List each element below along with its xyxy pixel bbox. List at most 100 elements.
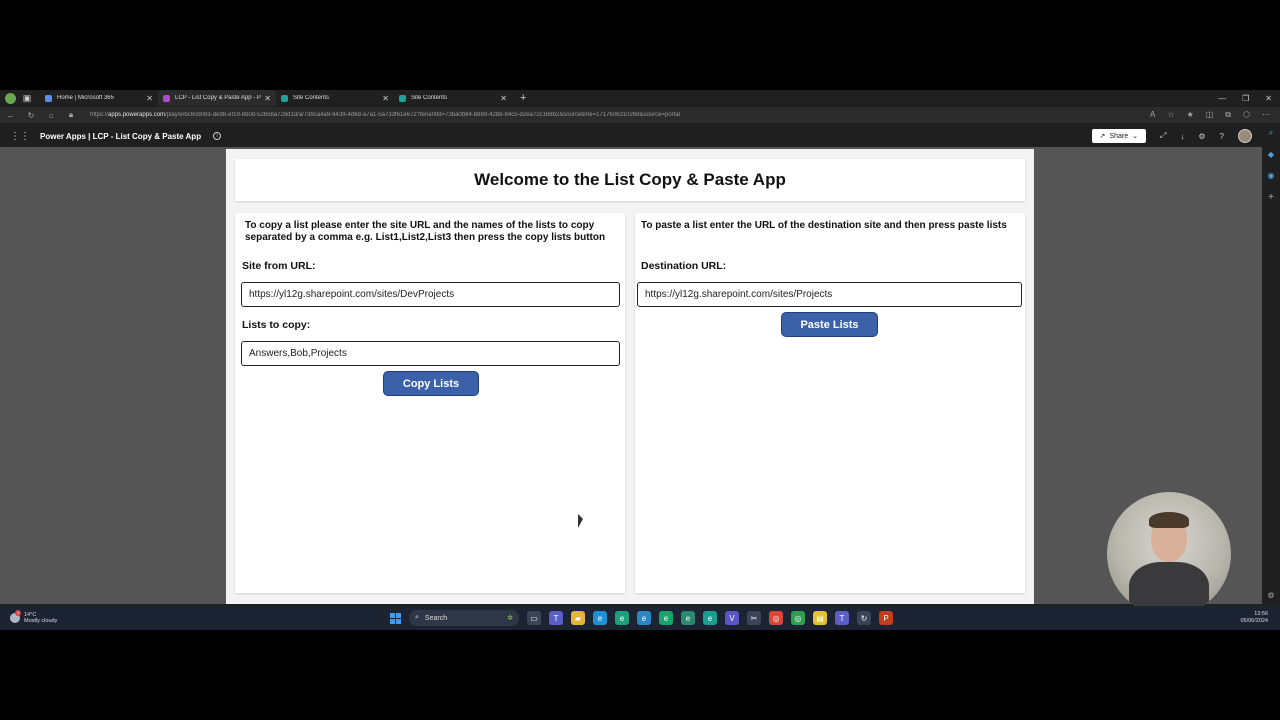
webcam-overlay (1107, 492, 1231, 616)
tab-home-microsoft-365[interactable]: Home | Microsoft 365 ✕ (40, 90, 158, 106)
edge-profile-icon[interactable]: e (681, 611, 695, 625)
presenter-hair (1149, 512, 1189, 528)
weather-cloud-icon: 1 (10, 610, 21, 623)
url-path: /play/e/bc60d063-de98-ef19-890d-52b5ba72… (165, 112, 680, 118)
favorite-star-icon[interactable]: ☆ (1167, 110, 1174, 120)
paste-panel: To paste a list enter the URL of the des… (635, 213, 1025, 593)
tab-label: LCP - List Copy & Paste App - Po (175, 95, 262, 101)
file-explorer-icon[interactable]: ▰ (571, 611, 585, 625)
windows-start-icon[interactable] (390, 612, 401, 624)
search-highlight-icon: ✲ (507, 615, 513, 622)
tab-site-contents-2[interactable]: Site Contents ✕ (394, 90, 512, 106)
destination-url-label: Destination URL: (641, 260, 727, 272)
windows-taskbar: 1 14°C Mostly cloudy ⌕ Search ✲ ▭ T ▰ e … (0, 606, 1280, 630)
close-window-icon[interactable]: ✕ (1265, 94, 1272, 103)
home-icon[interactable]: ⌂ (46, 111, 56, 120)
teams-work-icon[interactable]: T (835, 611, 849, 625)
list-copy-paste-app: Welcome to the List Copy & Paste App To … (226, 149, 1034, 604)
outlook-icon[interactable]: ◉ (1268, 171, 1275, 180)
sidebar-search-icon[interactable]: ⌕ (1269, 128, 1273, 138)
restore-icon[interactable]: ❐ (1242, 94, 1249, 103)
tab-close-icon[interactable]: ✕ (500, 94, 507, 103)
app-title: Power Apps | LCP - List Copy & Paste App (40, 131, 202, 141)
lock-icon[interactable]: 🔒︎ (66, 110, 76, 120)
collections-icon[interactable]: ⧉ (1225, 110, 1231, 120)
share-label: Share (1109, 132, 1129, 140)
address-bar: ← ↻ ⌂ 🔒︎ https://apps.powerapps.com/play… (0, 107, 1280, 123)
window-controls: — ❐ ✕ (1218, 94, 1280, 103)
copy-lists-button[interactable]: Copy Lists (383, 371, 479, 396)
paste-lists-button[interactable]: Paste Lists (781, 312, 878, 337)
clock-time: 13:56 (1254, 611, 1268, 617)
profile-icon[interactable] (5, 92, 16, 104)
weather-description: Mostly cloudy (24, 618, 58, 624)
copy-panel: To copy a list please enter the site URL… (235, 213, 625, 593)
tab-label: Home | Microsoft 365 (57, 95, 114, 101)
sticky-notes-icon[interactable]: ▤ (813, 611, 827, 625)
read-aloud-icon[interactable]: A (1150, 110, 1155, 120)
tab-label: Site Contents (411, 95, 448, 101)
tab-lcp-app[interactable]: LCP - List Copy & Paste App - Po ✕ (158, 90, 276, 106)
power-apps-favicon-icon (163, 94, 170, 102)
copilot-icon[interactable]: ◆ (1268, 150, 1274, 159)
edge-beta-icon[interactable]: e (637, 611, 651, 625)
site-from-url-input[interactable] (241, 282, 620, 307)
more-menu-icon[interactable]: ⋯ (1262, 110, 1270, 120)
teams-icon[interactable]: T (549, 611, 563, 625)
tab-close-icon[interactable]: ✕ (264, 94, 271, 103)
tab-actions-icon[interactable]: ▣ (20, 91, 34, 105)
edge-canary-icon[interactable]: e (659, 611, 673, 625)
title-card: Welcome to the List Copy & Paste App (235, 159, 1025, 201)
weather-badge: 1 (15, 610, 21, 616)
extensions-icon[interactable]: ⬡ (1243, 110, 1250, 120)
edge-work-icon[interactable]: e (703, 611, 717, 625)
tab-site-contents-1[interactable]: Site Contents ✕ (276, 90, 394, 106)
browser-tabstrip: ▣ Home | Microsoft 365 ✕ LCP - List Copy… (0, 90, 1280, 106)
taskbar-clock[interactable]: 13:56 05/06/2024 (1240, 611, 1268, 625)
share-icon: ↗ (1099, 133, 1106, 140)
edge-dev-icon[interactable]: e (615, 611, 629, 625)
task-view-icon[interactable]: ▭ (527, 611, 541, 625)
page-title: Welcome to the List Copy & Paste App (474, 170, 786, 189)
share-button[interactable]: ↗ Share ⌄ (1091, 129, 1146, 143)
settings-gear-icon[interactable]: ⚙ (1198, 132, 1205, 141)
back-icon[interactable]: ← (6, 111, 16, 120)
avatar[interactable] (1238, 129, 1252, 143)
power-automate-icon[interactable]: ↻ (857, 611, 871, 625)
chrome-icon[interactable]: ◎ (769, 611, 783, 625)
taskbar-apps: ⌕ Search ✲ ▭ T ▰ e e e e e e V ✂ ◎ ◎ ▤ T… (390, 606, 893, 630)
chrome-profile-icon[interactable]: ◎ (791, 611, 805, 625)
microsoft-365-favicon-icon (45, 94, 52, 102)
taskbar-search-label: Search (424, 614, 448, 622)
edge-sidebar: ⌕ ◆ ◉ + ⚙ (1262, 124, 1280, 604)
chevron-down-icon: ⌄ (1132, 133, 1138, 140)
app-launcher-icon[interactable]: ⋮⋮ (10, 131, 30, 142)
visual-studio-icon[interactable]: V (725, 611, 739, 625)
favorites-icon[interactable]: ★ (1187, 110, 1194, 120)
tab-label: Site Contents (293, 95, 330, 101)
url-host: apps.powerapps.com (108, 112, 166, 118)
refresh-icon[interactable]: ↻ (26, 111, 36, 120)
edge-icon[interactable]: e (593, 611, 607, 625)
help-icon[interactable]: ? (1220, 132, 1224, 141)
sidebar-settings-icon[interactable]: ⚙ (1267, 591, 1274, 600)
download-icon[interactable]: ↓ (1180, 132, 1184, 141)
weather-widget[interactable]: 1 14°C Mostly cloudy (0, 610, 58, 624)
copy-instructions: To copy a list please enter the site URL… (245, 220, 606, 243)
paste-instructions: To paste a list enter the URL of the des… (641, 220, 1007, 231)
lists-to-copy-input[interactable] (241, 341, 620, 366)
info-icon[interactable]: i (213, 132, 222, 140)
snipping-tool-icon[interactable]: ✂ (747, 611, 761, 625)
taskbar-search[interactable]: ⌕ Search ✲ (409, 610, 519, 626)
tab-close-icon[interactable]: ✕ (146, 94, 153, 103)
minimize-icon[interactable]: — (1218, 94, 1226, 103)
url-field[interactable]: https://apps.powerapps.com/play/e/bc60d0… (90, 112, 1140, 118)
new-tab-icon[interactable]: + (520, 92, 526, 104)
powerpoint-icon[interactable]: P (879, 611, 893, 625)
tab-close-icon[interactable]: ✕ (382, 94, 389, 103)
split-screen-icon[interactable]: ◫ (1206, 110, 1214, 120)
add-sidebar-app-icon[interactable]: + (1268, 192, 1274, 203)
fullscreen-icon[interactable]: ⤢ (1160, 131, 1166, 141)
destination-url-input[interactable] (637, 282, 1022, 307)
power-apps-header: ⋮⋮ Power Apps | LCP - List Copy & Paste … (0, 125, 1262, 147)
